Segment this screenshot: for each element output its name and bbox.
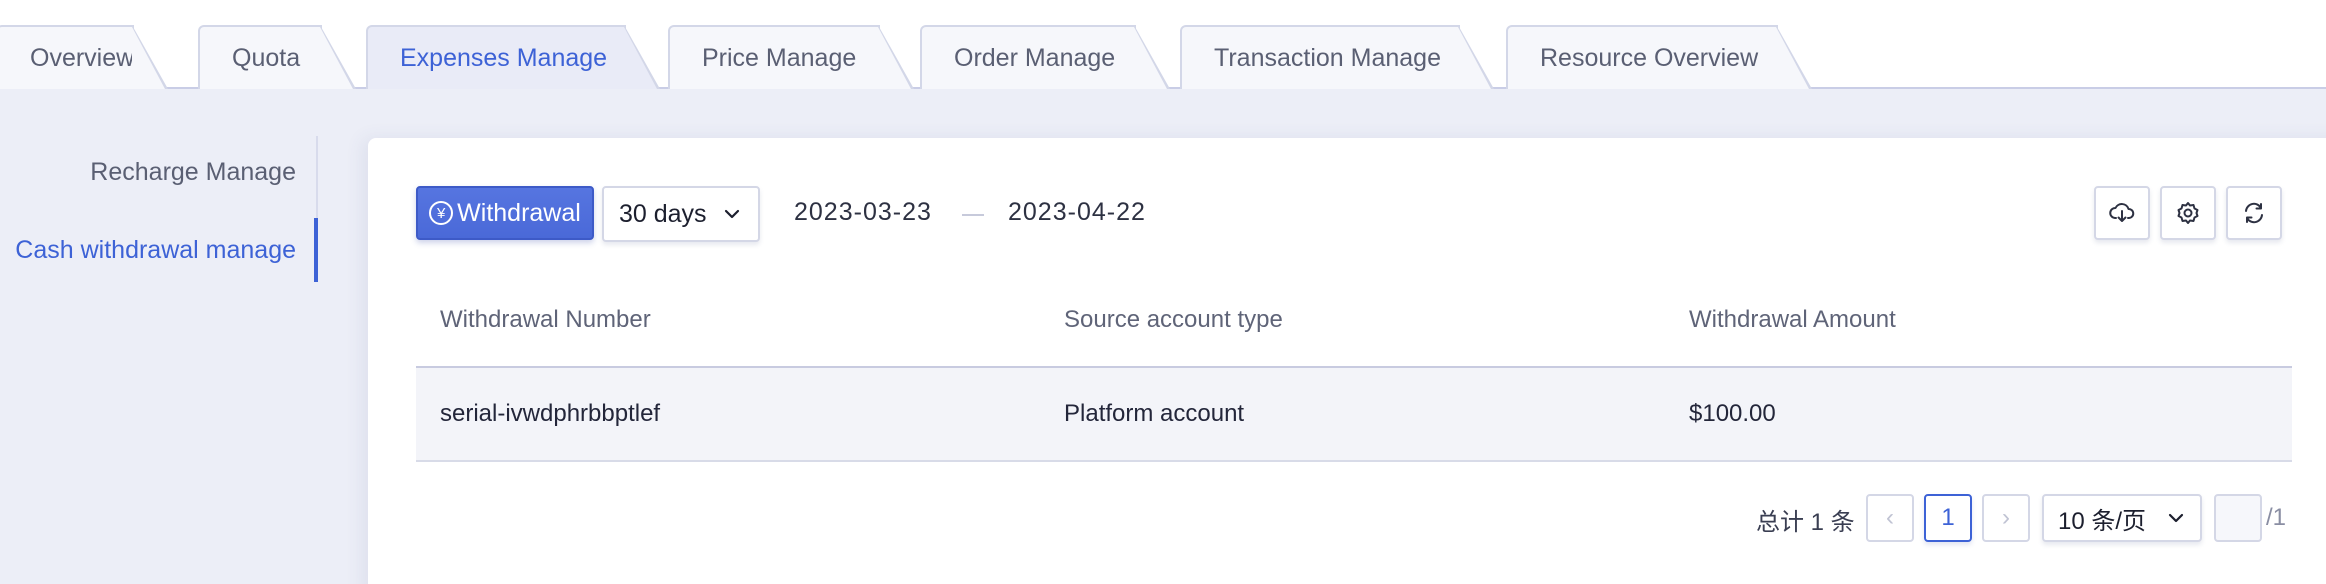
tab-label: Resource Overview [1540, 43, 1759, 72]
tab-quota[interactable]: Quota [198, 25, 356, 89]
page-size-value: 10 条/页 [2058, 507, 2147, 535]
tab-label: Order Manage [954, 43, 1116, 72]
column-header-withdrawal-number: Withdrawal Number [440, 306, 651, 333]
cell-withdrawal-number: serial-ivwdphrbbptlef [440, 400, 661, 427]
chevron-down-icon [724, 209, 740, 219]
submenu-item-cash-withdrawal-manage[interactable]: Cash withdrawal manage [0, 228, 296, 272]
column-header-withdrawal-amount: Withdrawal Amount [1689, 306, 1896, 333]
submenu-active-indicator [314, 218, 318, 282]
cloud-download-icon [2109, 203, 2135, 222]
tab-overview[interactable]: Overview [0, 25, 168, 89]
tab-bar: Overview Quota Expenses Manage Price Man… [0, 0, 2326, 89]
date-separator [962, 214, 984, 216]
end-date[interactable]: 2023-04-22 [1008, 198, 1146, 227]
cell-withdrawal-amount: $100.00 [1689, 400, 1776, 427]
refresh-icon [2245, 202, 2263, 224]
tab-transaction-manage[interactable]: Transaction Manage [1180, 25, 1494, 89]
next-page-button[interactable]: › [1982, 494, 2030, 542]
table-row[interactable] [416, 368, 2292, 460]
tab-label: Quota [232, 43, 301, 72]
tab-label: Expenses Manage [400, 43, 608, 72]
pagination-total: 总计 1 条 [1756, 509, 1855, 536]
page-button-current[interactable]: 1 [1924, 494, 1972, 542]
tab-order-manage[interactable]: Order Manage [920, 25, 1170, 89]
tab-resource-overview[interactable]: Resource Overview [1506, 25, 1812, 89]
date-range-select[interactable]: 30 days [602, 186, 760, 242]
download-button[interactable] [2094, 186, 2150, 240]
gear-icon [2177, 202, 2199, 224]
yen-circle-icon: ¥ [429, 201, 454, 225]
start-date[interactable]: 2023-03-23 [794, 198, 932, 227]
tab-expenses-manage[interactable]: Expenses Manage [366, 25, 660, 89]
refresh-button[interactable] [2226, 186, 2282, 240]
submenu-item-label: Cash withdrawal manage [15, 235, 296, 264]
tab-label: Transaction Manage [1214, 43, 1441, 72]
page-jump-input[interactable] [2214, 494, 2262, 542]
tab-label: Price Manage [702, 43, 857, 72]
pagination-total-pages: /1 [2266, 504, 2287, 531]
settings-button[interactable] [2160, 186, 2216, 240]
cell-source-account-type: Platform account [1064, 400, 1245, 427]
withdrawal-button-label: Withdrawal [457, 198, 581, 227]
column-header-source-account-type: Source account type [1064, 306, 1283, 333]
date-range-value: 30 days [619, 199, 707, 228]
chevron-down-icon [2168, 513, 2184, 523]
page-size-select[interactable]: 10 条/页 [2042, 494, 2202, 542]
submenu-item-recharge-manage[interactable]: Recharge Manage [0, 150, 296, 194]
tab-label: Overview [30, 43, 135, 72]
tab-price-manage[interactable]: Price Manage [668, 25, 914, 89]
table-row-divider [416, 460, 2292, 462]
withdrawal-button[interactable]: ¥ Withdrawal [416, 186, 594, 240]
submenu-item-label: Recharge Manage [90, 157, 296, 186]
prev-page-button[interactable]: ‹ [1866, 494, 1914, 542]
